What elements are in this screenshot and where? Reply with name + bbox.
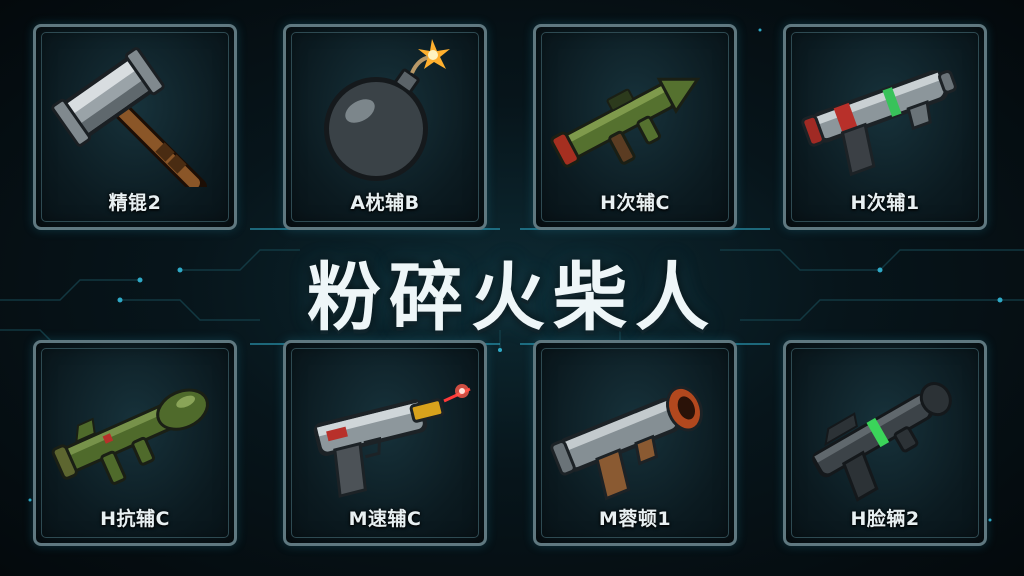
weapon-card-hammer[interactable]: 精锟2 <box>33 24 237 230</box>
weapon-label: H次辅C <box>600 192 670 214</box>
weapon-card-bazooka[interactable]: H次辅C <box>533 24 737 230</box>
weapon-label: H次辅1 <box>850 192 920 214</box>
rocket-launcher-icon <box>51 388 209 485</box>
hammer-icon <box>51 47 207 187</box>
weapon-label: 精锟2 <box>108 192 162 214</box>
weapon-label: M速辅C <box>348 508 422 530</box>
weapon-label: M蓉顿1 <box>598 508 672 530</box>
weapon-card-rocket-launcher[interactable]: H抗辅C <box>33 340 237 546</box>
weapon-card-plasma-rifle[interactable]: H脸辆2 <box>783 340 987 546</box>
weapon-label: A枕辅B <box>350 192 420 214</box>
plasma-rifle-icon <box>812 382 952 502</box>
weapon-label: H脸辆2 <box>850 508 920 530</box>
weapon-card-bomb[interactable]: A枕辅B <box>283 24 487 230</box>
weapon-card-laser-pistol[interactable]: M速辅C <box>283 340 487 546</box>
game-title: 粉碎火柴人 <box>307 255 717 341</box>
laser-pistol-icon <box>313 384 471 498</box>
weapon-card-ray-gun[interactable]: H次辅1 <box>783 24 987 230</box>
cannon-gun-icon <box>550 385 703 501</box>
bomb-icon <box>324 39 450 181</box>
bazooka-icon <box>550 77 701 168</box>
weapon-card-cannon-gun[interactable]: M蓉顿1 <box>533 340 737 546</box>
ray-gun-icon <box>801 70 957 177</box>
weapon-label: H抗辅C <box>100 508 170 530</box>
